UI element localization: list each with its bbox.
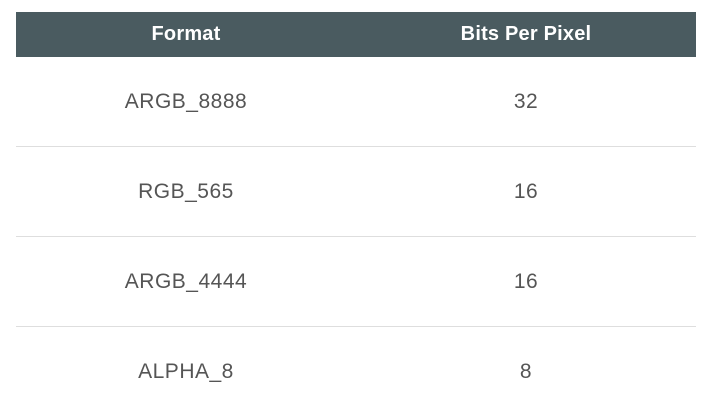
table-header: Format Bits Per Pixel <box>16 12 696 57</box>
bits-per-pixel-cell: 32 <box>513 89 539 113</box>
bitmap-format-table: Format Bits Per Pixel ARGB_8888 32 RGB_5… <box>16 12 696 417</box>
table-row: ARGB_4444 16 <box>16 237 696 327</box>
format-cell: ARGB_8888 <box>124 89 248 113</box>
table-row: ALPHA_8 8 <box>16 327 696 417</box>
bits-per-pixel-cell: 16 <box>513 179 539 203</box>
bits-per-pixel-cell: 8 <box>519 360 533 383</box>
format-cell: RGB_565 <box>138 179 234 203</box>
column-header-bits-per-pixel: Bits Per Pixel <box>460 23 592 45</box>
table-row: RGB_565 16 <box>16 147 696 237</box>
column-header-format: Format <box>151 23 221 45</box>
table-row: ARGB_8888 32 <box>16 57 696 147</box>
format-cell: ALPHA_8 <box>138 360 234 383</box>
format-cell: ARGB_4444 <box>124 269 248 293</box>
bits-per-pixel-cell: 16 <box>513 269 539 293</box>
